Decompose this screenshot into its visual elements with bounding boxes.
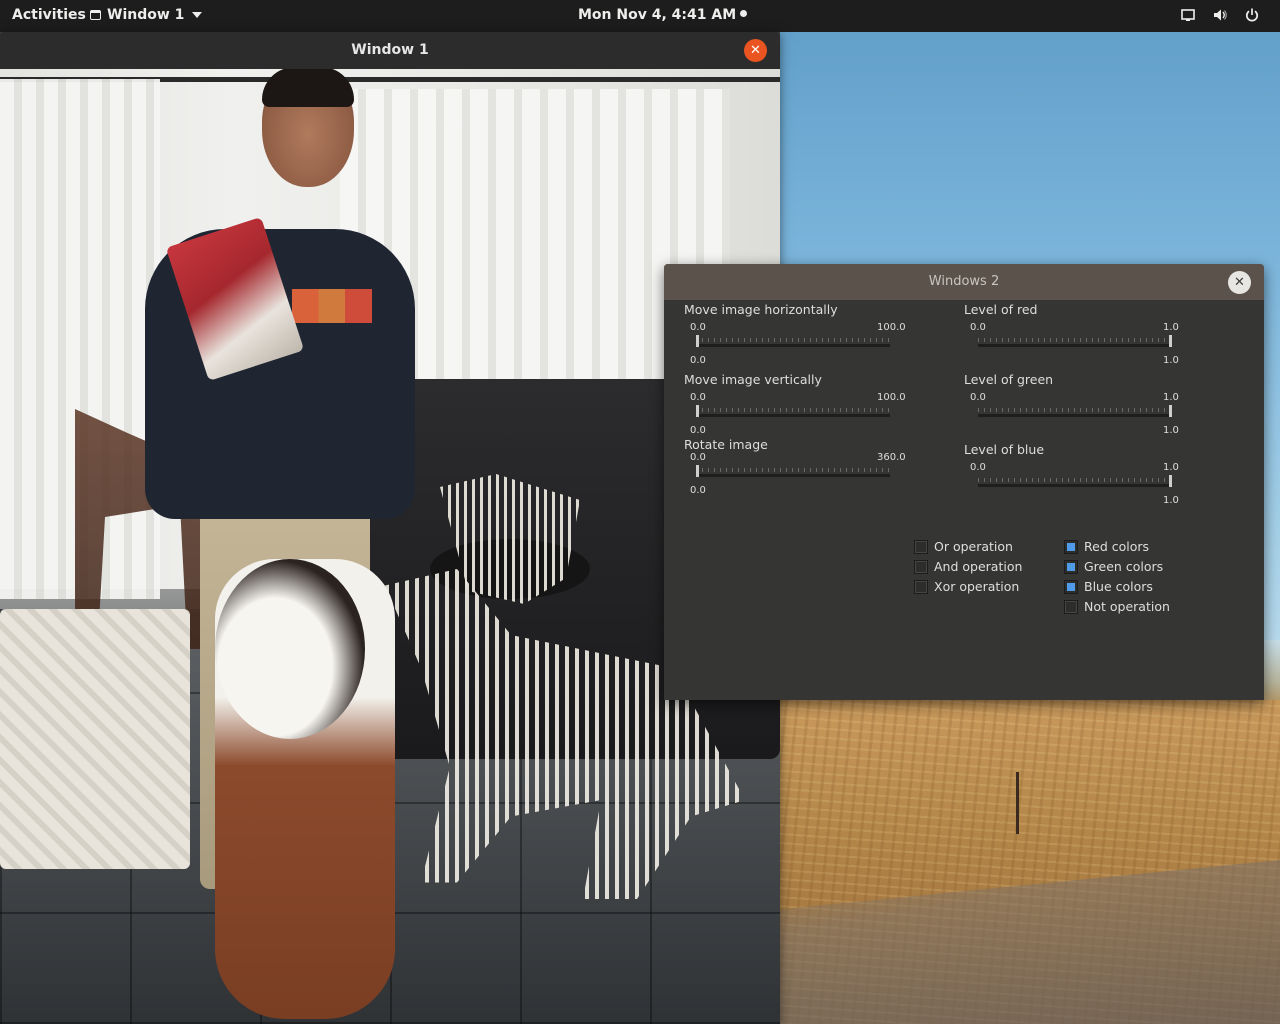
slider-value: 1.0 — [1163, 495, 1179, 506]
slider-label: Move image horizontally — [684, 302, 838, 317]
slider-track[interactable] — [978, 334, 1172, 347]
slider-min: 0.0 — [690, 452, 706, 463]
window-2[interactable]: Windows 2 ✕ Move image horizontally 0.0 … — [664, 264, 1264, 700]
checkbox-label: Or operation — [934, 539, 1013, 554]
slider-label: Level of blue — [964, 442, 1045, 457]
slider-handle[interactable] — [1169, 405, 1172, 417]
slider-value: 0.0 — [690, 425, 706, 436]
slider-min: 0.0 — [690, 392, 706, 403]
checkbox-box[interactable] — [1064, 599, 1078, 614]
checkbox-label: Blue colors — [1084, 579, 1153, 594]
app-menu-label: Window 1 — [107, 7, 185, 23]
slider-min: 0.0 — [970, 392, 986, 403]
photo-shirt-print — [292, 289, 372, 323]
window-1-titlebar[interactable]: Window 1 ✕ — [0, 32, 780, 69]
system-tray[interactable] — [1180, 7, 1260, 23]
checkbox-label: Green colors — [1084, 559, 1164, 574]
slider-min: 0.0 — [970, 462, 986, 473]
window-2-close-button[interactable]: ✕ — [1228, 271, 1251, 294]
slider-track[interactable] — [696, 464, 890, 477]
slider-min: 0.0 — [970, 322, 986, 333]
checkbox-or-operation[interactable]: Or operation — [914, 539, 1013, 554]
notification-dot-icon — [740, 10, 748, 17]
clock-button[interactable]: Mon Nov 4, 4:41 AM — [578, 7, 748, 23]
close-icon: ✕ — [750, 43, 761, 58]
clock-label: Mon Nov 4, 4:41 AM — [578, 7, 737, 23]
chevron-down-icon — [192, 12, 203, 18]
top-bar: Activities Window 1 Mon Nov 4, 4:41 AM — [0, 0, 1280, 32]
screen-icon[interactable] — [1180, 7, 1196, 23]
slider-track[interactable] — [696, 334, 890, 347]
checkbox-label: And operation — [934, 559, 1023, 574]
slider-handle[interactable] — [696, 465, 699, 477]
slider-track[interactable] — [978, 404, 1172, 417]
window-1-close-button[interactable]: ✕ — [744, 39, 767, 62]
slider-handle[interactable] — [1169, 335, 1172, 347]
slider-label: Move image vertically — [684, 372, 822, 387]
activities-button[interactable]: Activities — [12, 7, 86, 23]
slider-value: 0.0 — [690, 355, 706, 366]
slider-label: Level of green — [964, 372, 1054, 387]
slider-min: 0.0 — [690, 322, 706, 333]
checkbox-not-operation[interactable]: Not operation — [1064, 599, 1170, 614]
slider-value: 1.0 — [1163, 425, 1179, 436]
checkbox-box[interactable] — [914, 579, 928, 594]
checkbox-label: Red colors — [1084, 539, 1150, 554]
slider-max: 1.0 — [1163, 322, 1179, 333]
photo-bed — [0, 609, 190, 869]
window-2-title: Windows 2 — [928, 274, 1000, 289]
checkbox-and-operation[interactable]: And operation — [914, 559, 1022, 574]
slider-label: Rotate image — [684, 437, 768, 452]
window-1[interactable]: Window 1 ✕ — [0, 32, 780, 1024]
slider-max: 1.0 — [1163, 462, 1179, 473]
checkbox-box[interactable] — [1064, 559, 1078, 574]
checkbox-red-colors[interactable]: Red colors — [1064, 539, 1149, 554]
checkbox-box[interactable] — [1064, 539, 1078, 554]
slider-track[interactable] — [978, 474, 1172, 487]
slider-handle[interactable] — [1169, 475, 1172, 487]
slider-handle[interactable] — [696, 335, 699, 347]
checkbox-box[interactable] — [914, 559, 928, 574]
checkbox-xor-operation[interactable]: Xor operation — [914, 579, 1019, 594]
checkbox-box[interactable] — [914, 539, 928, 554]
power-icon[interactable] — [1244, 7, 1260, 23]
app-menu-button[interactable]: Window 1 — [90, 7, 203, 23]
slider-value: 1.0 — [1163, 355, 1179, 366]
slider-handle[interactable] — [696, 405, 699, 417]
photo-dog-head — [215, 559, 365, 739]
checkbox-label: Xor operation — [934, 579, 1020, 594]
wallpaper-fence-post — [1016, 772, 1019, 834]
slider-max: 1.0 — [1163, 392, 1179, 403]
slider-track[interactable] — [696, 404, 890, 417]
photo-display — [0, 69, 780, 1024]
volume-icon[interactable] — [1212, 7, 1228, 23]
photo-person-hair — [262, 69, 354, 107]
checkbox-blue-colors[interactable]: Blue colors — [1064, 579, 1153, 594]
window-icon — [90, 10, 101, 20]
slider-max: 100.0 — [877, 322, 906, 333]
slider-max: 100.0 — [877, 392, 906, 403]
window-2-titlebar[interactable]: Windows 2 ✕ — [664, 264, 1264, 300]
checkbox-label: Not operation — [1084, 599, 1170, 614]
slider-max: 360.0 — [877, 452, 906, 463]
slider-label: Level of red — [964, 302, 1038, 317]
slider-value: 0.0 — [690, 485, 706, 496]
close-icon: ✕ — [1234, 275, 1245, 290]
window-1-title: Window 1 — [351, 42, 429, 58]
checkbox-green-colors[interactable]: Green colors — [1064, 559, 1163, 574]
checkbox-box[interactable] — [1064, 579, 1078, 594]
